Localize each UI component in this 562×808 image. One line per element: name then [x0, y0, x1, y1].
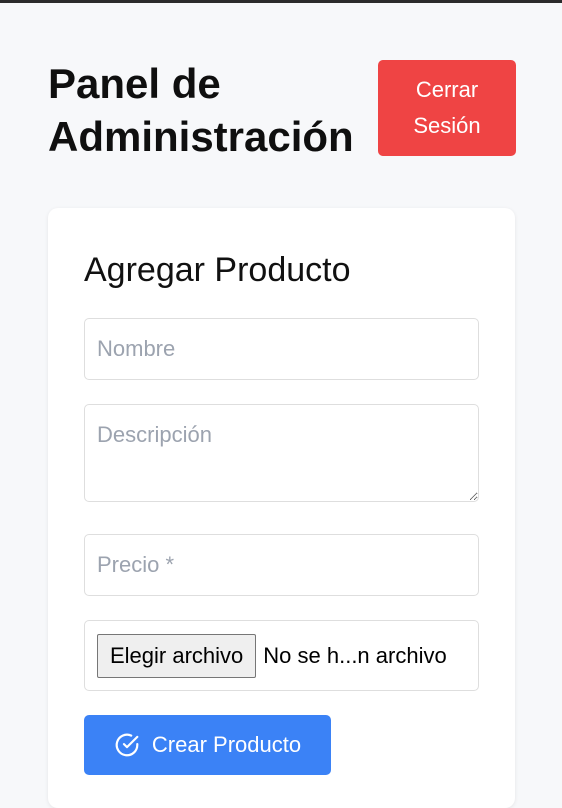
create-product-label: Crear Producto: [151, 732, 302, 757]
product-image-file-input[interactable]: Elegir archivo No se h...n archivo: [84, 620, 479, 691]
check-circle-icon: [114, 732, 140, 758]
add-product-card: Agregar Producto Elegir archivo No se h.…: [48, 208, 515, 808]
product-description-textarea[interactable]: [84, 404, 479, 502]
create-product-button[interactable]: Crear Producto: [84, 715, 331, 775]
file-status-text: No se h...n archivo: [263, 642, 447, 668]
product-price-input[interactable]: [84, 534, 479, 596]
logout-button[interactable]: Cerrar Sesión: [378, 60, 516, 156]
product-name-input[interactable]: [84, 318, 479, 380]
choose-file-button[interactable]: Elegir archivo: [97, 633, 257, 678]
page-title: Panel de Administración: [48, 60, 354, 160]
admin-header: Panel de Administración Cerrar Sesión: [48, 57, 516, 167]
form-title: Agregar Producto: [84, 251, 351, 289]
